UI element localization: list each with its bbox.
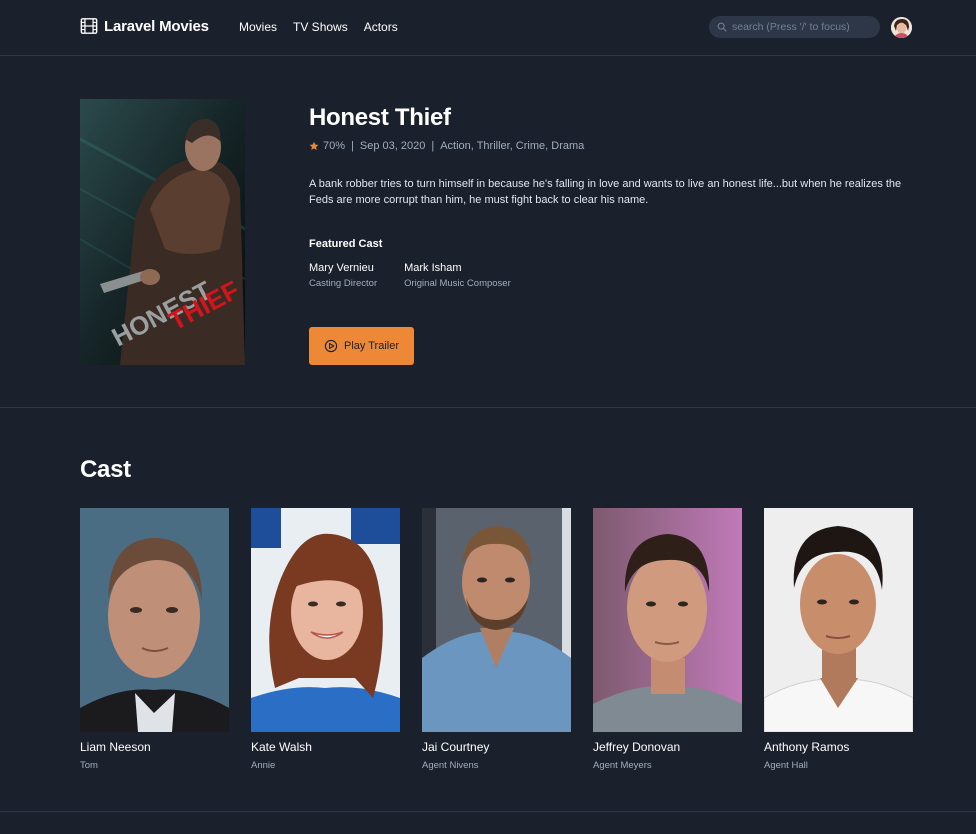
cast-photo[interactable] <box>422 508 571 732</box>
movie-details: Honest Thief 70% | Sep 03, 2020 | Action… <box>309 104 909 365</box>
cast-section: Cast Liam Neeson Tom Kate Walsh Annie Ja… <box>0 408 976 812</box>
cast-card: Anthony Ramos Agent Hall <box>764 508 913 771</box>
cast-character: Tom <box>80 760 98 771</box>
cast-card: Liam Neeson Tom <box>80 508 229 771</box>
cast-photo[interactable] <box>251 508 400 732</box>
logo[interactable]: Laravel Movies <box>80 17 209 35</box>
crew-member: Mark Isham Original Music Composer <box>404 262 511 289</box>
cast-name[interactable]: Jeffrey Donovan <box>593 740 742 754</box>
user-avatar[interactable] <box>891 17 912 38</box>
cast-character: Agent Hall <box>764 760 808 771</box>
crew-name: Mark Isham <box>404 262 462 274</box>
crew-job: Original Music Composer <box>404 278 511 289</box>
crew-name: Mary Vernieu <box>309 262 374 274</box>
cast-character: Agent Meyers <box>593 760 652 771</box>
film-icon <box>80 18 98 34</box>
search-box[interactable] <box>709 16 880 38</box>
poster-image: HONEST THIEF <box>80 99 245 365</box>
cast-name[interactable]: Jai Courtney <box>422 740 571 754</box>
cast-card: Jai Courtney Agent Nivens <box>422 508 571 771</box>
cast-photo[interactable] <box>80 508 229 732</box>
cast-card: Jeffrey Donovan Agent Meyers <box>593 508 742 771</box>
movie-rating: 70% <box>323 140 346 152</box>
featured-crew-list: Mary Vernieu Casting Director Mark Isham… <box>309 262 909 289</box>
cast-list: Liam Neeson Tom Kate Walsh Annie Jai Cou… <box>80 508 913 771</box>
movie-poster: HONEST THIEF <box>80 99 245 365</box>
cast-photo[interactable] <box>593 508 742 732</box>
nav-link-tv-shows[interactable]: TV Shows <box>293 20 348 34</box>
logo-text: Laravel Movies <box>104 17 209 35</box>
avatar-image <box>891 17 912 38</box>
movie-title: Honest Thief <box>309 104 451 131</box>
crew-member: Mary Vernieu Casting Director <box>309 262 377 289</box>
star-icon <box>309 141 319 150</box>
movie-overview: A bank robber tries to turn himself in b… <box>309 178 902 206</box>
search-input[interactable] <box>732 21 880 33</box>
cast-name[interactable]: Liam Neeson <box>80 740 229 754</box>
cast-name[interactable]: Kate Walsh <box>251 740 400 754</box>
play-trailer-label: Play Trailer <box>343 340 400 352</box>
cast-photo[interactable] <box>764 508 913 732</box>
cast-character: Agent Nivens <box>422 760 479 771</box>
cast-character: Annie <box>251 760 276 771</box>
search-icon <box>717 22 727 32</box>
movie-release-date: Sep 03, 2020 <box>359 140 426 152</box>
meta-separator: | <box>351 140 354 152</box>
movie-meta: 70% | Sep 03, 2020 | Action, Thriller, C… <box>309 140 909 152</box>
nav-link-movies[interactable]: Movies <box>239 20 277 34</box>
play-circle-icon <box>324 339 338 353</box>
nav-link-actors[interactable]: Actors <box>364 20 398 34</box>
featured-cast-heading: Featured Cast <box>309 238 383 250</box>
play-trailer-button[interactable]: Play Trailer <box>309 327 414 365</box>
top-navbar: Laravel Movies Movies TV Shows Actors <box>0 0 976 56</box>
cast-card: Kate Walsh Annie <box>251 508 400 771</box>
cast-heading: Cast <box>80 456 131 483</box>
nav-links: Movies TV Shows Actors <box>239 20 398 34</box>
movie-genres: Action, Thriller, Crime, Drama <box>440 140 585 152</box>
cast-name[interactable]: Anthony Ramos <box>764 740 913 754</box>
movie-info-section: HONEST THIEF Honest Thief 70% | Sep 03, … <box>0 56 976 408</box>
meta-separator: | <box>431 140 435 152</box>
crew-job: Casting Director <box>309 278 378 289</box>
